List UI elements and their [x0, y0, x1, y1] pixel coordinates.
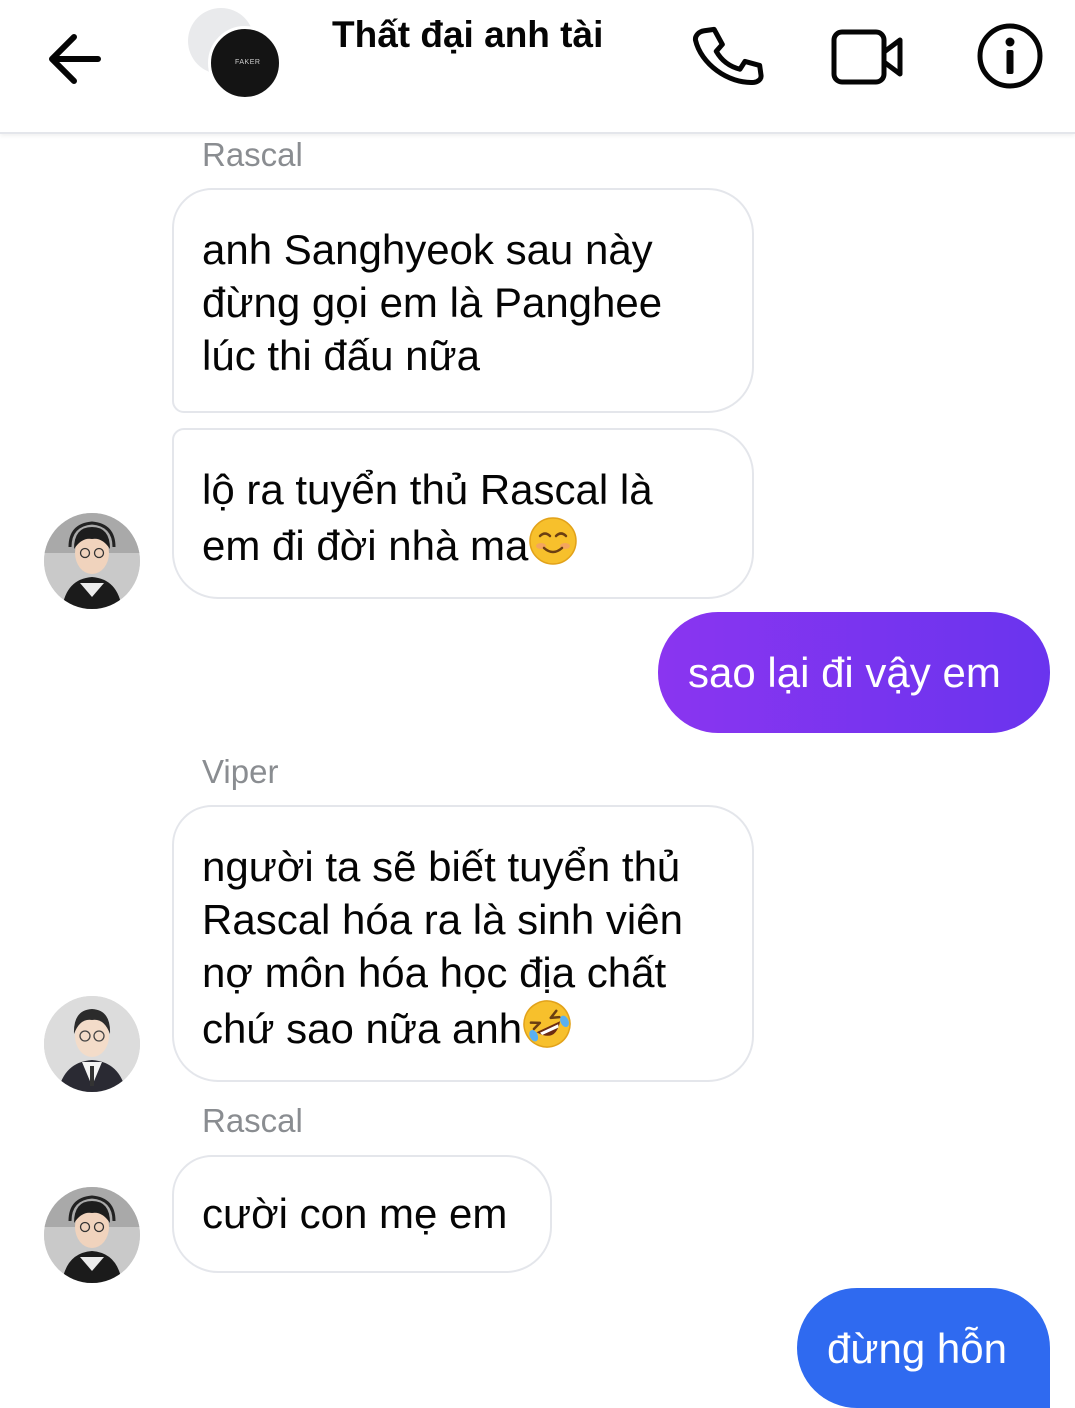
message-bubble[interactable]: cười con mẹ em	[172, 1155, 552, 1273]
message-bubble[interactable]: lộ ra tuyển thủ Rascal là em đi đời nhà …	[172, 428, 754, 599]
message-bubble[interactable]: anh Sanghyeok sau này đừng gọi em là Pan…	[172, 188, 754, 413]
message-text: anh Sanghyeok sau này đừng gọi em là Pan…	[202, 226, 663, 379]
avatar-badge-text: FAKER	[235, 59, 261, 66]
video-call-button[interactable]	[826, 16, 906, 96]
sender-name: Viper	[202, 753, 279, 790]
message-text: cười con mẹ em	[202, 1190, 508, 1237]
group-avatar[interactable]: FAKER	[186, 8, 286, 108]
message-text: người ta sẽ biết tuyển thủ Rascal hóa ra…	[202, 843, 683, 1052]
call-button[interactable]	[686, 16, 766, 96]
avatar-rascal[interactable]	[44, 1187, 140, 1283]
avatar-photo	[44, 1187, 140, 1283]
chat-header: FAKER Thất đại anh tài	[0, 0, 1075, 134]
sender-name: Rascal	[202, 136, 303, 173]
avatar-rascal[interactable]	[44, 513, 140, 609]
message-text: đừng hỗn	[827, 1325, 1007, 1372]
outgoing-message-bubble[interactable]: sao lại đi vậy em	[658, 612, 1050, 733]
message-text: lộ ra tuyển thủ Rascal là em đi đời nhà …	[202, 466, 653, 569]
sender-name: Rascal	[202, 1102, 303, 1139]
group-avatar-front: FAKER	[208, 26, 282, 100]
video-camera-icon	[831, 29, 903, 85]
avatar-photo	[44, 513, 140, 609]
info-button[interactable]	[970, 16, 1050, 96]
smiling-face-emoji	[529, 517, 578, 565]
phone-icon	[692, 26, 764, 85]
message-bubble[interactable]: người ta sẽ biết tuyển thủ Rascal hóa ra…	[172, 805, 754, 1082]
avatar-viper[interactable]	[44, 996, 140, 1092]
back-arrow-icon	[49, 34, 101, 84]
avatar-photo	[44, 996, 140, 1092]
back-button[interactable]	[42, 28, 108, 90]
outgoing-message-bubble[interactable]: đừng hỗn	[797, 1288, 1050, 1408]
info-icon	[977, 23, 1043, 89]
rolling-laughing-emoji	[523, 1000, 571, 1048]
conversation-title[interactable]: Thất đại anh tài	[332, 14, 603, 56]
message-text: sao lại đi vậy em	[688, 649, 1001, 696]
